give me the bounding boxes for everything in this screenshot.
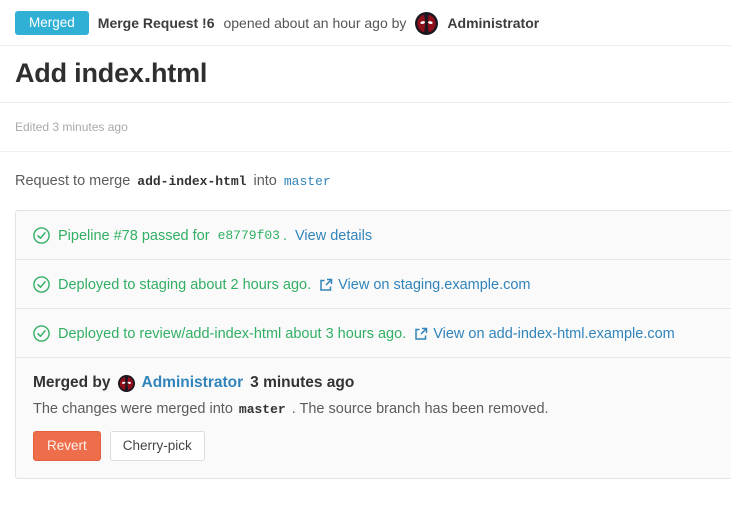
mr-opened-text: opened about an hour ago by <box>223 15 406 31</box>
merger-avatar[interactable] <box>118 375 135 392</box>
mr-id-label: Merge Request !6 <box>98 15 215 31</box>
mr-header: Merged Merge Request !6 opened about an … <box>0 0 731 45</box>
check-circle-icon <box>33 227 50 244</box>
view-review-app-link-text: View on add-index-html.example.com <box>433 326 675 342</box>
pipeline-separator: . <box>283 228 287 244</box>
merge-request-page: Merged Merge Request !6 opened about an … <box>0 0 731 479</box>
author-avatar[interactable] <box>415 12 438 35</box>
target-branch-link[interactable]: master <box>284 174 331 189</box>
pipeline-status-text: Pipeline #78 passed for <box>58 228 210 244</box>
merged-by-line: Merged by Administrator 3 minutes ago <box>33 374 717 392</box>
check-circle-icon <box>33 276 50 293</box>
merged-note: The changes were merged into master . Th… <box>33 401 717 417</box>
request-to-merge-line: Request to merge add-index-html into mas… <box>15 173 731 189</box>
merged-by-prefix: Merged by <box>33 374 111 392</box>
edited-divider <box>0 151 731 152</box>
merged-footer: Merged by Administrator 3 minutes ago Th… <box>16 358 731 478</box>
external-link-icon <box>319 278 333 292</box>
deploy-staging-row: Deployed to staging about 2 hours ago. V… <box>16 260 731 309</box>
mr-status-widget: Pipeline #78 passed for e8779f03. View d… <box>15 210 731 479</box>
view-details-link[interactable]: View details <box>295 228 372 244</box>
merger-name-link[interactable]: Administrator <box>142 374 244 392</box>
edited-note: Edited 3 minutes ago <box>15 120 731 134</box>
pipeline-status-row: Pipeline #78 passed for e8779f03. View d… <box>16 211 731 260</box>
request-prefix: Request to merge <box>15 173 130 189</box>
view-review-app-link[interactable]: View on add-index-html.example.com <box>414 326 675 342</box>
merged-time: 3 minutes ago <box>250 374 354 392</box>
header-divider <box>0 45 731 46</box>
commit-sha-link[interactable]: e8779f03 <box>218 228 280 243</box>
status-badge: Merged <box>15 11 89 35</box>
deploy-staging-text: Deployed to staging about 2 hours ago. <box>58 277 311 293</box>
merged-note-after: . The source branch has been removed. <box>292 401 549 417</box>
cherry-pick-button[interactable]: Cherry-pick <box>110 431 205 461</box>
revert-button[interactable]: Revert <box>33 431 101 461</box>
view-staging-link-text: View on staging.example.com <box>338 277 530 293</box>
author-name[interactable]: Administrator <box>447 15 539 31</box>
deploy-review-row: Deployed to review/add-index-html about … <box>16 309 731 358</box>
external-link-icon <box>414 327 428 341</box>
into-text: into <box>253 173 276 189</box>
check-circle-icon <box>33 325 50 342</box>
merged-target-branch: master <box>239 402 286 417</box>
title-divider <box>0 102 731 103</box>
source-branch-label: add-index-html <box>137 174 246 189</box>
mr-action-buttons: Revert Cherry-pick <box>33 431 717 461</box>
merged-note-before: The changes were merged into <box>33 401 233 417</box>
view-staging-link[interactable]: View on staging.example.com <box>319 277 530 293</box>
deploy-review-text: Deployed to review/add-index-html about … <box>58 326 406 342</box>
page-title: Add index.html <box>15 58 731 89</box>
